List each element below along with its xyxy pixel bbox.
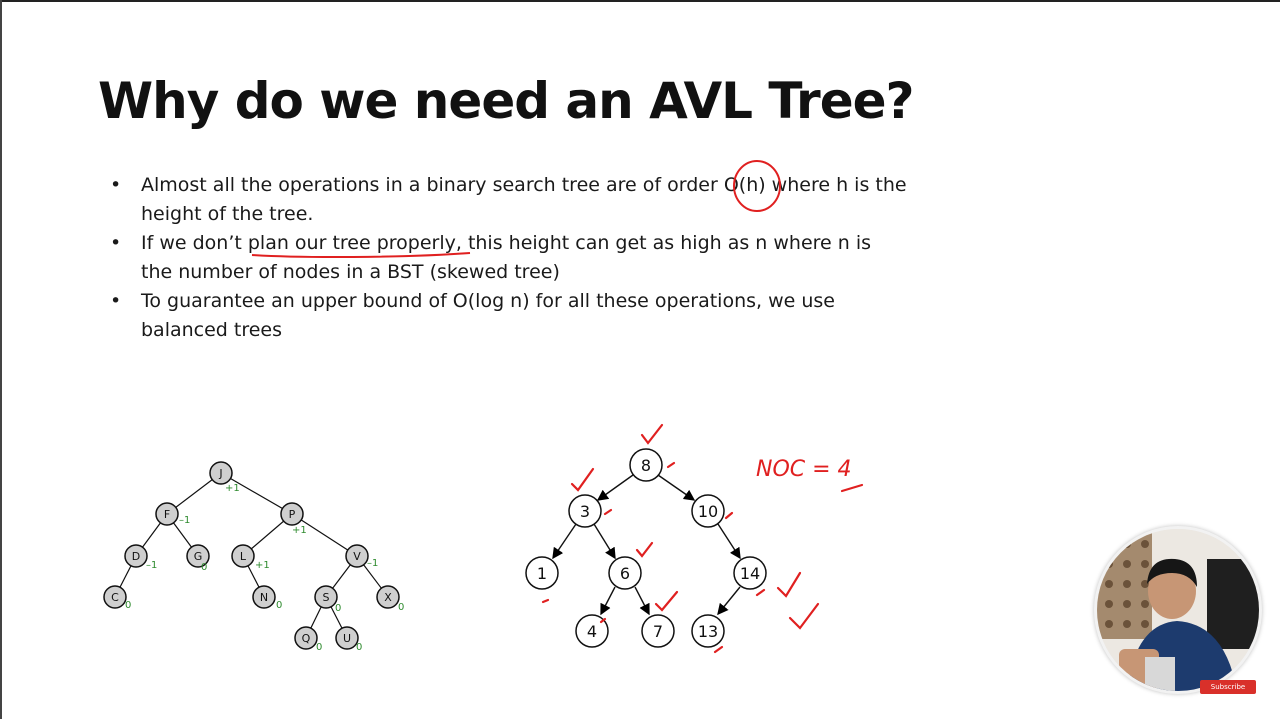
avl-balance-factor: +1 [255,560,270,571]
bst-node-label: 4 [587,622,597,641]
check-icon [640,423,664,445]
avl-node-label: X [384,591,392,604]
avl-balance-factor: 0 [316,642,322,653]
underline-annotation [251,252,471,259]
tick-mark [724,511,734,520]
avl-balance-factor: 0 [201,562,207,573]
avl-balance-factor: 0 [398,602,404,613]
bst-node-label: 13 [698,622,718,641]
avl-balance-factor: –1 [179,515,190,526]
check-icon [654,590,679,612]
tick-mark [713,645,724,654]
bst-node-label: 1 [537,564,547,583]
avl-node-label: J [218,467,222,480]
avl-balance-factor: +1 [292,525,307,536]
check-icon [635,541,654,558]
avl-node-label: D [132,550,140,563]
avl-node-label: C [111,591,119,604]
slide: Why do we need an AVL Tree? • Almost all… [0,0,1280,719]
avl-node-label: V [353,550,361,563]
tick-mark [666,461,676,469]
avl-node-label: S [323,591,330,604]
tick-mark [755,588,766,597]
avl-node-label: L [240,550,247,563]
avl-balance-factor: 0 [125,600,131,611]
presenter-image [1097,529,1259,691]
tick-mark [603,508,613,516]
avl-balance-factor: 0 [276,600,282,611]
bst-node-label: 8 [641,456,651,475]
avl-node-label: F [164,508,170,521]
avl-balance-factor: –1 [146,560,157,571]
avl-node-label: Q [302,632,311,645]
subscribe-button[interactable]: Subscribe [1200,680,1256,694]
avl-balance-factor: +1 [225,483,240,494]
avl-balance-factor: 0 [356,642,362,653]
check-icon [776,571,802,598]
noc-annotation: NOC = 4 [756,457,852,482]
check-icon [788,602,820,630]
oh-circle-annotation [733,160,781,212]
avl-node-label: P [289,508,296,521]
check-icon [570,467,595,492]
avl-node-label: N [260,591,268,604]
bst-node-label: 3 [580,502,590,521]
bst-node-label: 10 [698,502,718,521]
avl-tree: J+1F –1 P+1D–1G0L+1V–1C0N0S0X0Q0U0 [103,461,404,653]
bst-node-label: 7 [653,622,663,641]
bst-node-label: 6 [620,564,630,583]
tick-mark [541,598,550,604]
webcam-overlay [1094,526,1262,694]
avl-node-label: U [343,632,351,645]
underline-stroke [840,483,864,493]
bst-tree: 8 3 10 1 6 14 4 7 13 [525,448,767,648]
diagrams: J+1F –1 P+1D–1G0L+1V–1C0N0S0X0Q0U0 83 101 6 1… [103,160,864,654]
avl-balance-factor: 0 [335,603,341,614]
bst-node-label: 14 [740,564,760,583]
avl-balance-factor: –1 [367,558,378,569]
